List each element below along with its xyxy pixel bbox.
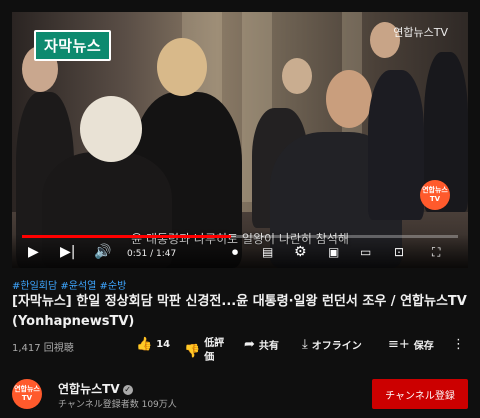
channel-logo-overlay[interactable]: 연합뉴스TV	[420, 180, 450, 210]
video-title: [자막뉴스] 한일 정상회담 막판 신경전...윤 대통령·일왕 런던서 조우 …	[12, 294, 467, 329]
captions-icon[interactable]: ▤	[262, 244, 273, 260]
video-stats-row: 1,417 回視聴 👍 14 👎 低評価 ➦ 共有 ⤓ オフライン ≡+ 保存 …	[12, 333, 472, 363]
subscribe-button[interactable]: チャンネル登録	[372, 379, 468, 409]
progress-fill	[22, 235, 232, 238]
save-label: 保存	[413, 341, 434, 352]
next-icon[interactable]: ▶|	[60, 244, 75, 260]
channel-name-row[interactable]: 연합뉴스TV ✓	[58, 380, 133, 397]
play-icon[interactable]: ▶	[28, 244, 39, 260]
volume-icon[interactable]: 🔊	[94, 244, 111, 260]
time-display: 0:51 / 1:47	[127, 249, 177, 259]
thumbs-down-icon: 👎	[184, 343, 201, 359]
like-count: 14	[156, 339, 171, 350]
video-player[interactable]: 자막뉴스 연합뉴스TV 연합뉴스TV 윤 대통령과 나루히토 일왕이 나란히 참…	[12, 12, 468, 268]
autoplay-toggle-icon[interactable]: ⏺	[232, 244, 238, 260]
miniplayer-icon[interactable]: ▣	[328, 244, 339, 260]
offline-label: オフライン	[311, 341, 362, 352]
like-button[interactable]: 👍 14	[136, 337, 170, 352]
time-total: 1:47	[155, 249, 177, 259]
channel-avatar[interactable]: 연합뉴스TV	[12, 379, 42, 409]
time-current: 0:51	[127, 249, 148, 259]
channel-name[interactable]: 연합뉴스TV	[58, 382, 120, 396]
dislike-label: 低評価	[204, 338, 225, 363]
thumbs-up-icon: 👍	[136, 337, 153, 352]
share-label: 共有	[258, 341, 279, 352]
hashtags[interactable]: #한일회담 #윤석열 #순방	[12, 277, 126, 292]
verified-icon: ✓	[122, 385, 133, 395]
dislike-button[interactable]: 👎 低評価	[184, 337, 228, 365]
channel-row: 연합뉴스TV 연합뉴스TV ✓ チャンネル登録者数 109万人 チャンネル登録	[12, 377, 468, 413]
share-icon: ➦	[244, 337, 255, 352]
offline-button[interactable]: ⤓ オフライン	[302, 337, 362, 352]
download-icon: ⤓	[302, 337, 308, 352]
theater-icon[interactable]: ▭	[360, 244, 371, 260]
fullscreen-icon[interactable]: ⛶	[432, 244, 440, 260]
view-count: 1,417 回視聴	[12, 343, 74, 354]
gear-icon[interactable]: ⚙	[294, 244, 307, 260]
subscriber-count: チャンネル登録者数 109万人	[58, 400, 177, 410]
news-badge: 자막뉴스	[34, 30, 112, 61]
progress-bar[interactable]	[22, 235, 458, 238]
more-options-icon[interactable]: ⋮	[452, 337, 465, 352]
channel-watermark: 연합뉴스TV	[393, 26, 448, 39]
playlist-add-icon: ≡+	[388, 337, 410, 352]
save-button[interactable]: ≡+ 保存	[388, 337, 434, 352]
share-button[interactable]: ➦ 共有	[244, 337, 279, 352]
cast-icon[interactable]: ⊡	[394, 244, 404, 260]
